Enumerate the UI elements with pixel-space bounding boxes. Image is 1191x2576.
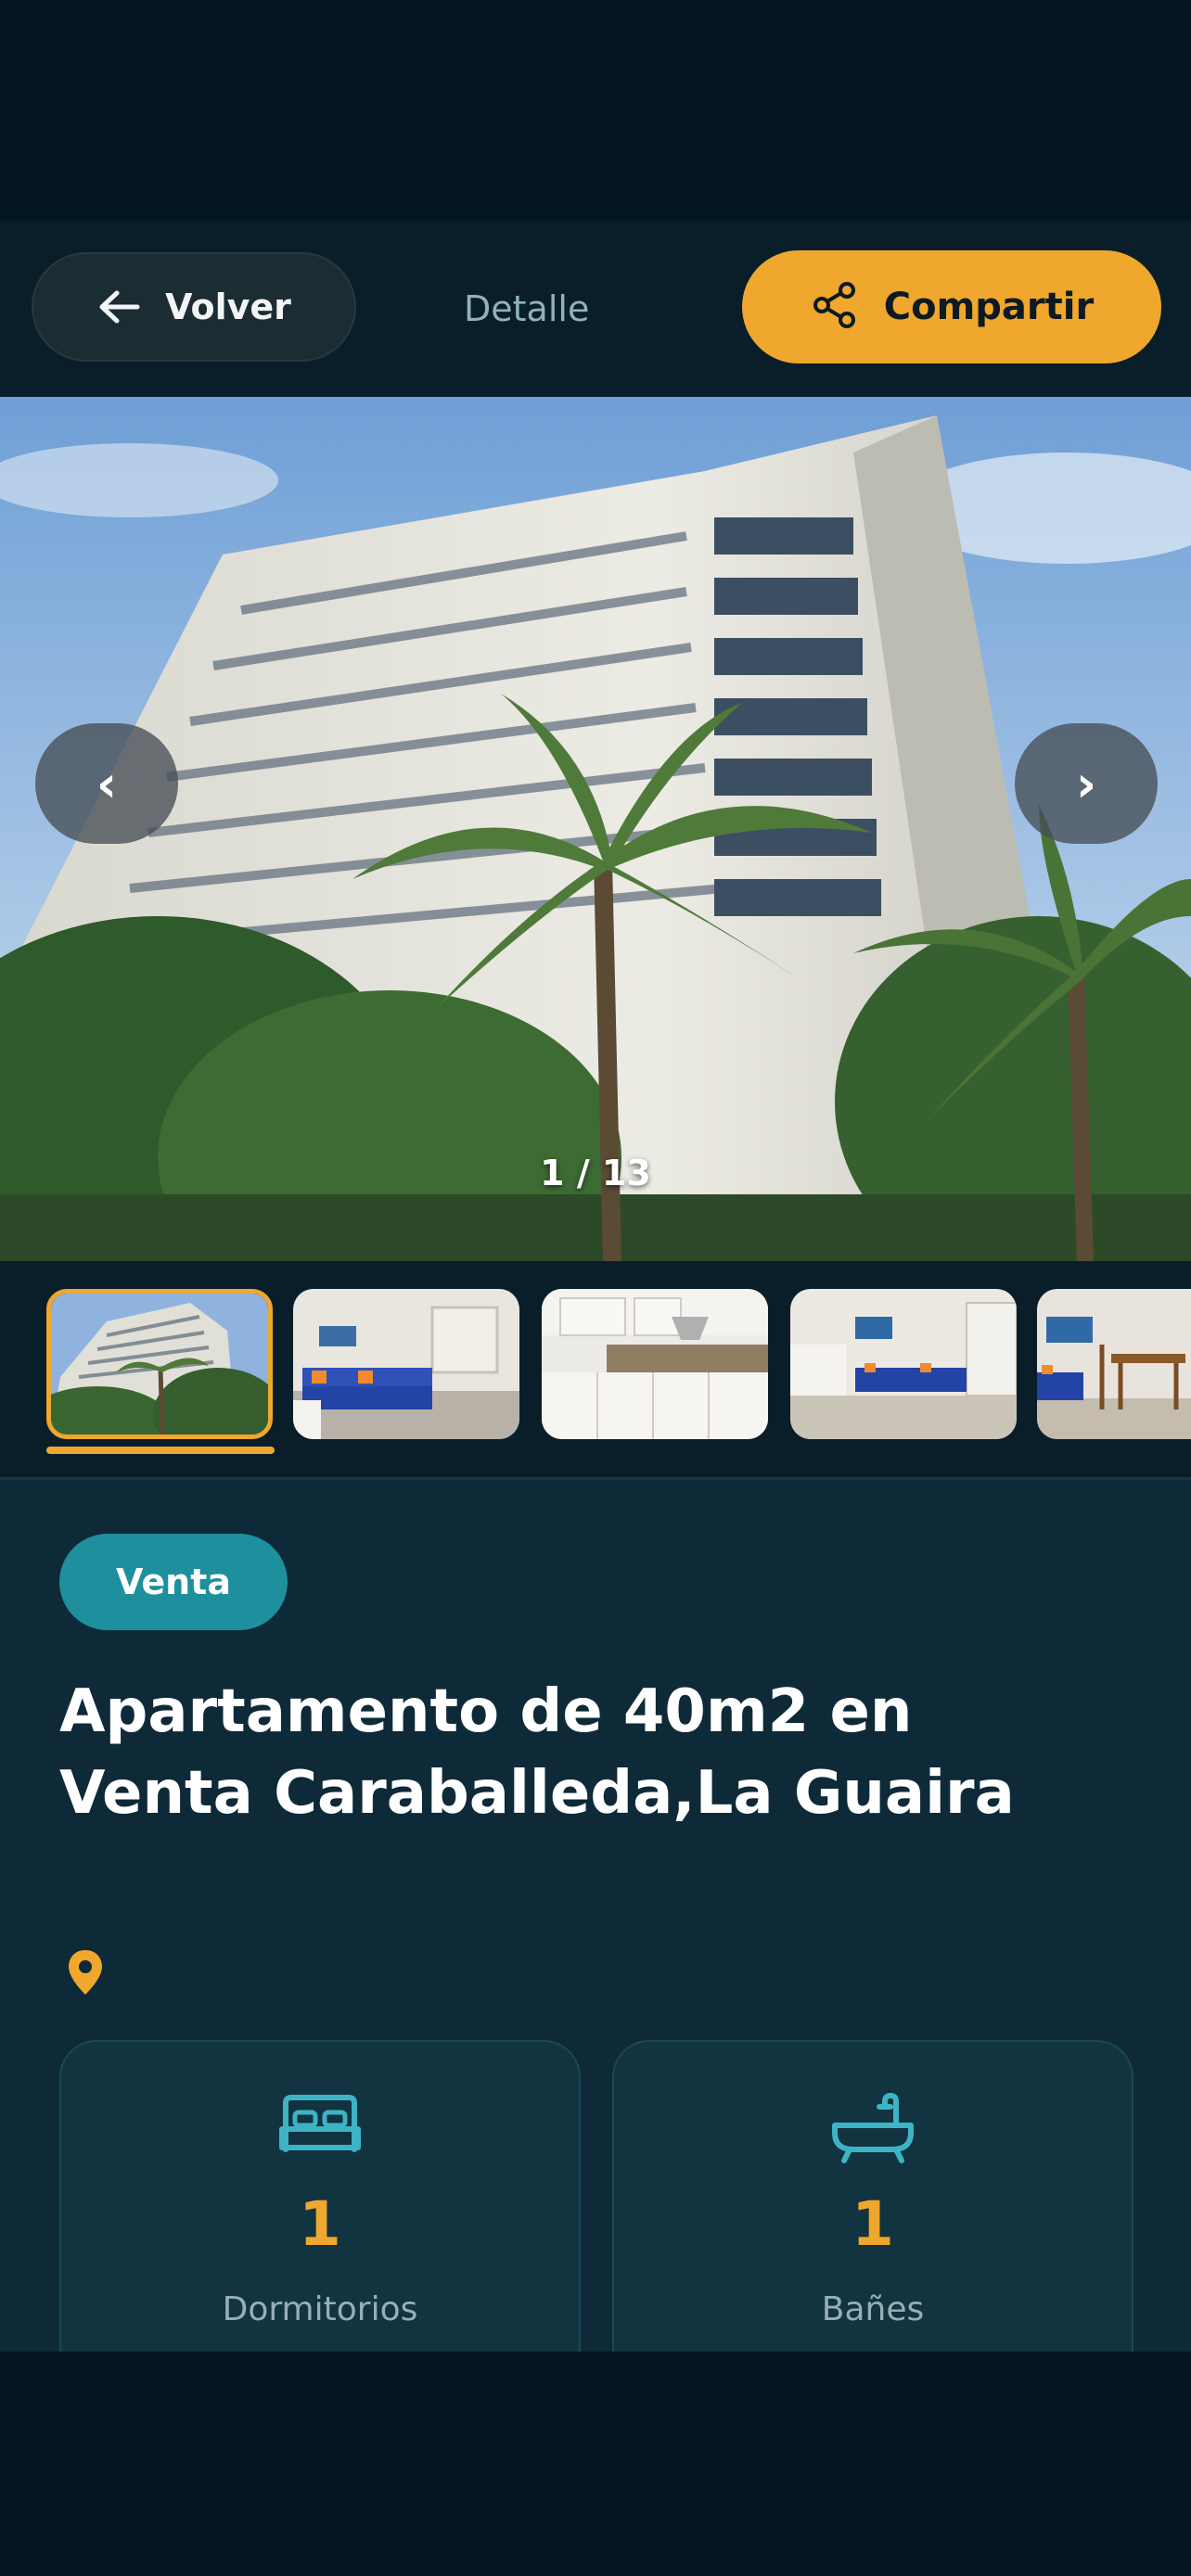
location-pin-icon — [67, 1948, 104, 2000]
share-icon — [810, 280, 860, 334]
thumbnail-strip[interactable] — [0, 1261, 1191, 1480]
thumbnail-building-exterior[interactable] — [46, 1289, 273, 1439]
share-button[interactable]: Compartir — [742, 250, 1161, 363]
selected-thumbnail-indicator — [46, 1447, 275, 1454]
listing-details: Venta Apartamento de 40m2 en Venta Carab… — [0, 1480, 1191, 2355]
listing-title: Apartamento de 40m2 en Venta Caraballeda… — [59, 1677, 1015, 1828]
photo-counter: 1 / 13 — [540, 1153, 651, 1193]
arrow-left-icon — [96, 288, 141, 325]
bathrooms-value: 1 — [852, 2188, 894, 2260]
gallery-photo — [0, 397, 1191, 1261]
bathtub-icon — [614, 2092, 1132, 2164]
navigation-bar-area — [0, 2352, 1191, 2576]
bedrooms-card: 1 Dormitorios — [59, 2040, 581, 2355]
bathrooms-label: Bañes — [821, 2290, 925, 2328]
next-photo-button[interactable]: › — [1015, 723, 1158, 844]
page-title: Detalle — [464, 288, 590, 329]
back-button-label: Volver — [165, 287, 291, 327]
bedrooms-label: Dormitorios — [222, 2290, 418, 2328]
bedrooms-value: 1 — [299, 2188, 341, 2260]
thumbnail-living-room[interactable] — [293, 1289, 519, 1439]
top-bar: Volver Detalle Compartir — [0, 221, 1191, 397]
share-button-label: Compartir — [883, 286, 1095, 328]
bathrooms-card: 1 Bañes — [612, 2040, 1133, 2355]
thumbnail-living-room[interactable] — [790, 1289, 1017, 1439]
listing-type-badge: Venta — [59, 1534, 288, 1630]
status-bar-area — [0, 0, 1191, 221]
previous-photo-button[interactable]: ‹ — [35, 723, 178, 844]
thumbnail-dining-room[interactable] — [1037, 1289, 1191, 1439]
thumbnail-kitchen[interactable] — [542, 1289, 768, 1439]
back-button[interactable]: Volver — [32, 252, 356, 362]
photo-gallery[interactable]: ‹ › 1 / 13 — [0, 397, 1191, 1261]
bed-icon — [61, 2092, 579, 2157]
